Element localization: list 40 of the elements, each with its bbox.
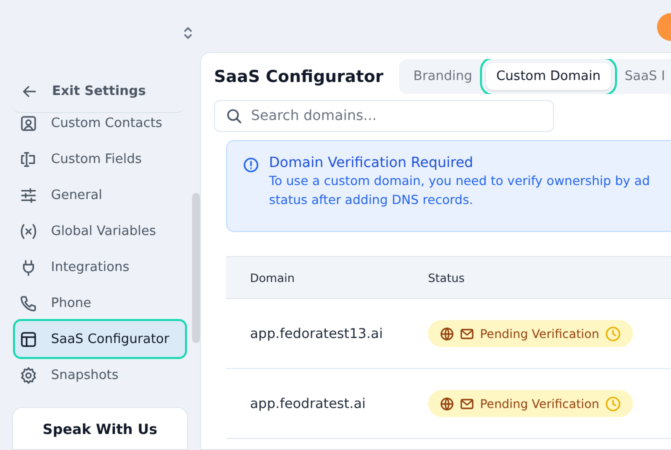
domain-cell-text: app.fedoratest13.ai [249, 326, 384, 342]
clock-icon [605, 326, 622, 342]
scrollbar-thumb[interactable] [192, 193, 200, 343]
chevron-up-down-icon[interactable] [182, 24, 194, 42]
phone-icon [19, 294, 38, 312]
sidebar-item[interactable]: SaaS Configurator [15, 321, 185, 357]
sidebar-item[interactable]: Snapshots [15, 357, 185, 393]
tab[interactable]: Branding [403, 63, 482, 90]
info-icon [243, 157, 259, 173]
promo-title: Speak With Us [42, 422, 158, 438]
alert-text: To use a custom domain, you need to verify ownership by ad [269, 172, 650, 190]
sidebar-item[interactable]: Integrations [15, 249, 185, 285]
settings-icon [19, 366, 38, 384]
tab[interactable]: Custom Domain [486, 63, 611, 90]
clock-icon [605, 396, 622, 412]
sidebar-item[interactable]: Global Variables [15, 213, 185, 249]
column-header: Status [428, 270, 465, 284]
column-header: Domain [249, 270, 296, 284]
layout-icon [19, 330, 38, 348]
domain-cell-text: app.feodratest.ai [249, 396, 367, 412]
contact-card-icon [19, 114, 38, 132]
alert-title: Domain Verification Required [269, 155, 474, 171]
status-badge: Pending Verification [428, 390, 634, 417]
exit-settings-label[interactable]: Exit Settings [52, 84, 146, 98]
globe-icon [440, 326, 454, 340]
sidebar-item[interactable]: Phone [15, 285, 185, 321]
page-title: SaaS Configurator [214, 67, 384, 86]
variable-icon [19, 222, 38, 240]
tab[interactable]: SaaS I [614, 63, 671, 90]
envelope-icon [460, 326, 474, 340]
sidebar-item[interactable]: Custom Fields [15, 141, 185, 177]
search-field[interactable]: Search domains... [214, 100, 554, 132]
status-badge: Pending Verification [428, 320, 634, 347]
alert-text: status after adding DNS records. [269, 191, 474, 209]
sidebar-item[interactable]: Custom Contacts [15, 113, 185, 141]
envelope-icon [460, 396, 474, 410]
sidebar-item[interactable]: General [15, 177, 185, 213]
text-field-icon [19, 150, 38, 168]
sliders-icon [19, 186, 38, 204]
globe-icon [440, 396, 454, 410]
